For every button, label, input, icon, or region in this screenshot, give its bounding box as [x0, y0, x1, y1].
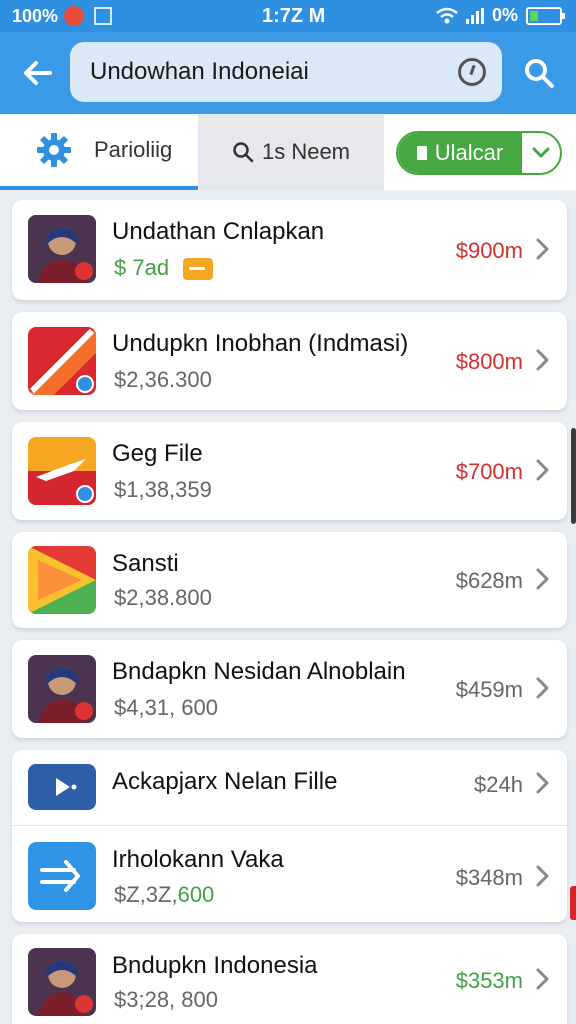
- chevron-right-icon: [535, 677, 551, 699]
- list-item[interactable]: Undathan Cnlapkan $ 7ad $900m: [12, 200, 567, 300]
- clock-icon[interactable]: [458, 58, 486, 86]
- item-price: $700m: [455, 459, 523, 484]
- list-item[interactable]: Irholokann Vaka $Z,3Z,600 $348m: [12, 826, 567, 922]
- search-field[interactable]: Undowhan Indoneiai: [70, 42, 502, 102]
- chevron-right-icon: [535, 865, 551, 887]
- item-title: Undathan Cnlapkan: [112, 218, 325, 245]
- notification-icon: [64, 6, 85, 26]
- item-title: Irholokann Vaka: [112, 846, 284, 873]
- item-price: $348m: [455, 865, 523, 890]
- item-subtitle: $2,36.300: [114, 367, 212, 392]
- tab-bar: Parioliig 1s Neem Ulalcar: [0, 114, 576, 190]
- document-icon: [416, 146, 427, 160]
- battery-percent-left: 100%: [12, 5, 59, 26]
- chevron-right-icon: [535, 349, 551, 371]
- list-item[interactable]: Bndapkn Nesidan Alnoblain $4,31, 600 $45…: [12, 640, 567, 738]
- list-item[interactable]: Undupkn Inobhan (Indmasi) $2,36.300 $800…: [12, 312, 567, 410]
- signal-icon: [465, 7, 484, 24]
- tab-label: Parioliig: [94, 137, 173, 162]
- filter-label: Ulalcar: [434, 140, 504, 165]
- tab-label: 1s Neem: [261, 139, 351, 164]
- chevron-right-icon: [535, 968, 551, 990]
- item-price: $459m: [455, 677, 523, 702]
- back-arrow-icon: [24, 61, 52, 85]
- video-app-icon: [28, 764, 96, 810]
- chevron-right-icon: [535, 238, 551, 260]
- search-input[interactable]: Undowhan Indoneiai: [90, 58, 309, 86]
- search-small-icon: [233, 142, 254, 163]
- item-title: Bndupkn Indonesia: [112, 952, 318, 979]
- item-price: $800m: [455, 349, 523, 374]
- status-bar: 100% 1:7Z M 0%: [0, 0, 576, 32]
- item-subtitle-text: $ 7ad: [114, 255, 170, 280]
- item-subtitle: $1,38,359: [114, 477, 212, 502]
- item-subtitle: $ 7ad: [114, 255, 214, 281]
- scrollbar-thumb[interactable]: [571, 428, 576, 524]
- item-title: Ackapjarx Nelan Fille: [112, 768, 338, 795]
- item-subtitle: $4,31, 600: [114, 695, 218, 720]
- item-price: $628m: [455, 568, 523, 593]
- tag-icon: [183, 258, 214, 281]
- item-title: Bndapkn Nesidan Alnoblain: [112, 658, 406, 685]
- status-time: 1:7Z M: [262, 5, 326, 27]
- chevron-right-icon: [535, 568, 551, 590]
- item-subtitle: $2,38.800: [114, 585, 212, 610]
- filter-dropdown[interactable]: Ulalcar: [396, 131, 562, 175]
- edge-indicator: [570, 886, 576, 920]
- app-bar: Undowhan Indoneiai: [0, 32, 576, 114]
- play-arrow-app-icon: [28, 546, 96, 614]
- item-subtitle: $3;28, 800: [114, 987, 218, 1012]
- item-price: $353m: [455, 968, 523, 993]
- avatar-icon: [28, 948, 96, 1016]
- item-subtitle-prefix: $Z,3Z,: [114, 882, 178, 907]
- gear-icon: [37, 133, 71, 167]
- list-group: Ackapjarx Nelan Fille $24h Irholokann Va…: [12, 750, 567, 922]
- back-button[interactable]: [16, 52, 58, 94]
- item-price: $24h: [474, 772, 523, 797]
- plane-app-icon: [28, 437, 96, 505]
- filter-chevron[interactable]: [522, 133, 560, 173]
- chevron-down-icon: [532, 147, 550, 158]
- item-subtitle-suffix: 600: [177, 882, 215, 907]
- item-title: Geg File: [112, 440, 203, 467]
- tab-search[interactable]: 1s Neem: [198, 114, 384, 190]
- search-icon: [525, 59, 554, 88]
- item-title: Sansti: [112, 550, 179, 577]
- list-item[interactable]: Sansti $2,38.800 $628m: [12, 532, 567, 628]
- filter-button[interactable]: Ulalcar: [398, 133, 522, 173]
- red-diagonal-app-icon: [28, 327, 96, 395]
- wifi-icon: [436, 7, 458, 23]
- item-price: $900m: [455, 238, 523, 263]
- avatar-icon: [28, 215, 96, 283]
- list-item[interactable]: Bndupkn Indonesia $3;28, 800 $353m: [12, 934, 567, 1024]
- chevron-right-icon: [535, 772, 551, 794]
- list-item[interactable]: Ackapjarx Nelan Fille $24h: [12, 750, 567, 826]
- avatar-icon: [28, 655, 96, 723]
- grid-icon: [94, 7, 113, 25]
- battery-percent-right: 0%: [491, 5, 518, 25]
- list-item[interactable]: Geg File $1,38,359 $700m: [12, 422, 567, 520]
- chevron-right-icon: [535, 459, 551, 481]
- battery-icon: [526, 6, 565, 25]
- search-button[interactable]: [522, 56, 556, 90]
- item-subtitle: $Z,3Z,600: [114, 882, 214, 908]
- arrow-app-icon: [28, 842, 96, 910]
- tab-settings[interactable]: Parioliig: [0, 114, 198, 190]
- item-title: Undupkn Inobhan (Indmasi): [112, 330, 409, 357]
